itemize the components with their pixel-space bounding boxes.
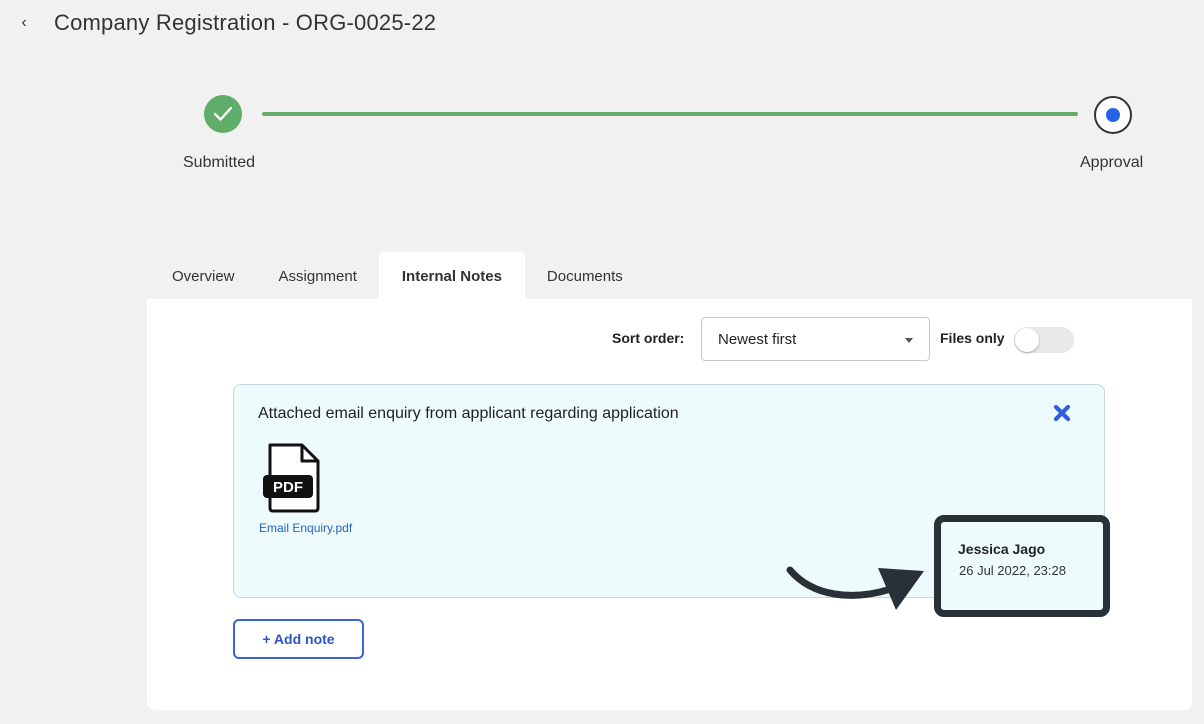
sort-order-select[interactable]: Newest first — [701, 317, 930, 361]
current-step-dot — [1106, 108, 1120, 122]
files-only-label: Files only — [940, 330, 1005, 346]
tab-documents[interactable]: Documents — [525, 252, 645, 300]
attachment-link[interactable]: Email Enquiry.pdf — [259, 521, 352, 535]
add-note-button[interactable]: + Add note — [233, 619, 364, 659]
files-only-toggle[interactable] — [1014, 327, 1074, 353]
chevron-left-icon: ‹ — [21, 14, 27, 31]
header: ‹ Company Registration - ORG-0025-22 — [14, 8, 436, 38]
tab-bar: Overview Assignment Internal Notes Docum… — [150, 252, 645, 300]
stepper-progress-line — [262, 112, 1078, 116]
step-submitted-indicator — [204, 95, 242, 133]
page-title: Company Registration - ORG-0025-22 — [54, 10, 437, 35]
close-icon — [1053, 404, 1071, 422]
delete-note-button[interactable] — [1050, 401, 1074, 425]
note-timestamp: 26 Jul 2022, 23:28 — [959, 563, 1066, 578]
toggle-knob — [1015, 328, 1039, 352]
check-icon — [213, 106, 233, 121]
back-button[interactable]: ‹ — [14, 9, 34, 37]
tab-overview[interactable]: Overview — [150, 252, 257, 300]
sort-order-label: Sort order: — [612, 330, 685, 346]
caret-down-icon — [905, 338, 913, 343]
pdf-badge-text: PDF — [273, 479, 303, 496]
annotation-arrow — [786, 566, 924, 610]
step-approval-indicator — [1094, 96, 1132, 134]
pdf-file-icon[interactable]: PDF — [262, 442, 322, 514]
step-label-approval: Approval — [1080, 154, 1144, 171]
sort-order-value: Newest first — [718, 330, 797, 348]
note-author: Jessica Jago — [958, 541, 1046, 557]
note-text: Attached email enquiry from applicant re… — [258, 405, 679, 422]
page: ‹ Company Registration - ORG-0025-22 Sub… — [0, 0, 1204, 724]
tab-assignment[interactable]: Assignment — [257, 252, 379, 300]
tab-internal-notes[interactable]: Internal Notes — [378, 252, 525, 300]
step-label-submitted: Submitted — [183, 154, 256, 171]
